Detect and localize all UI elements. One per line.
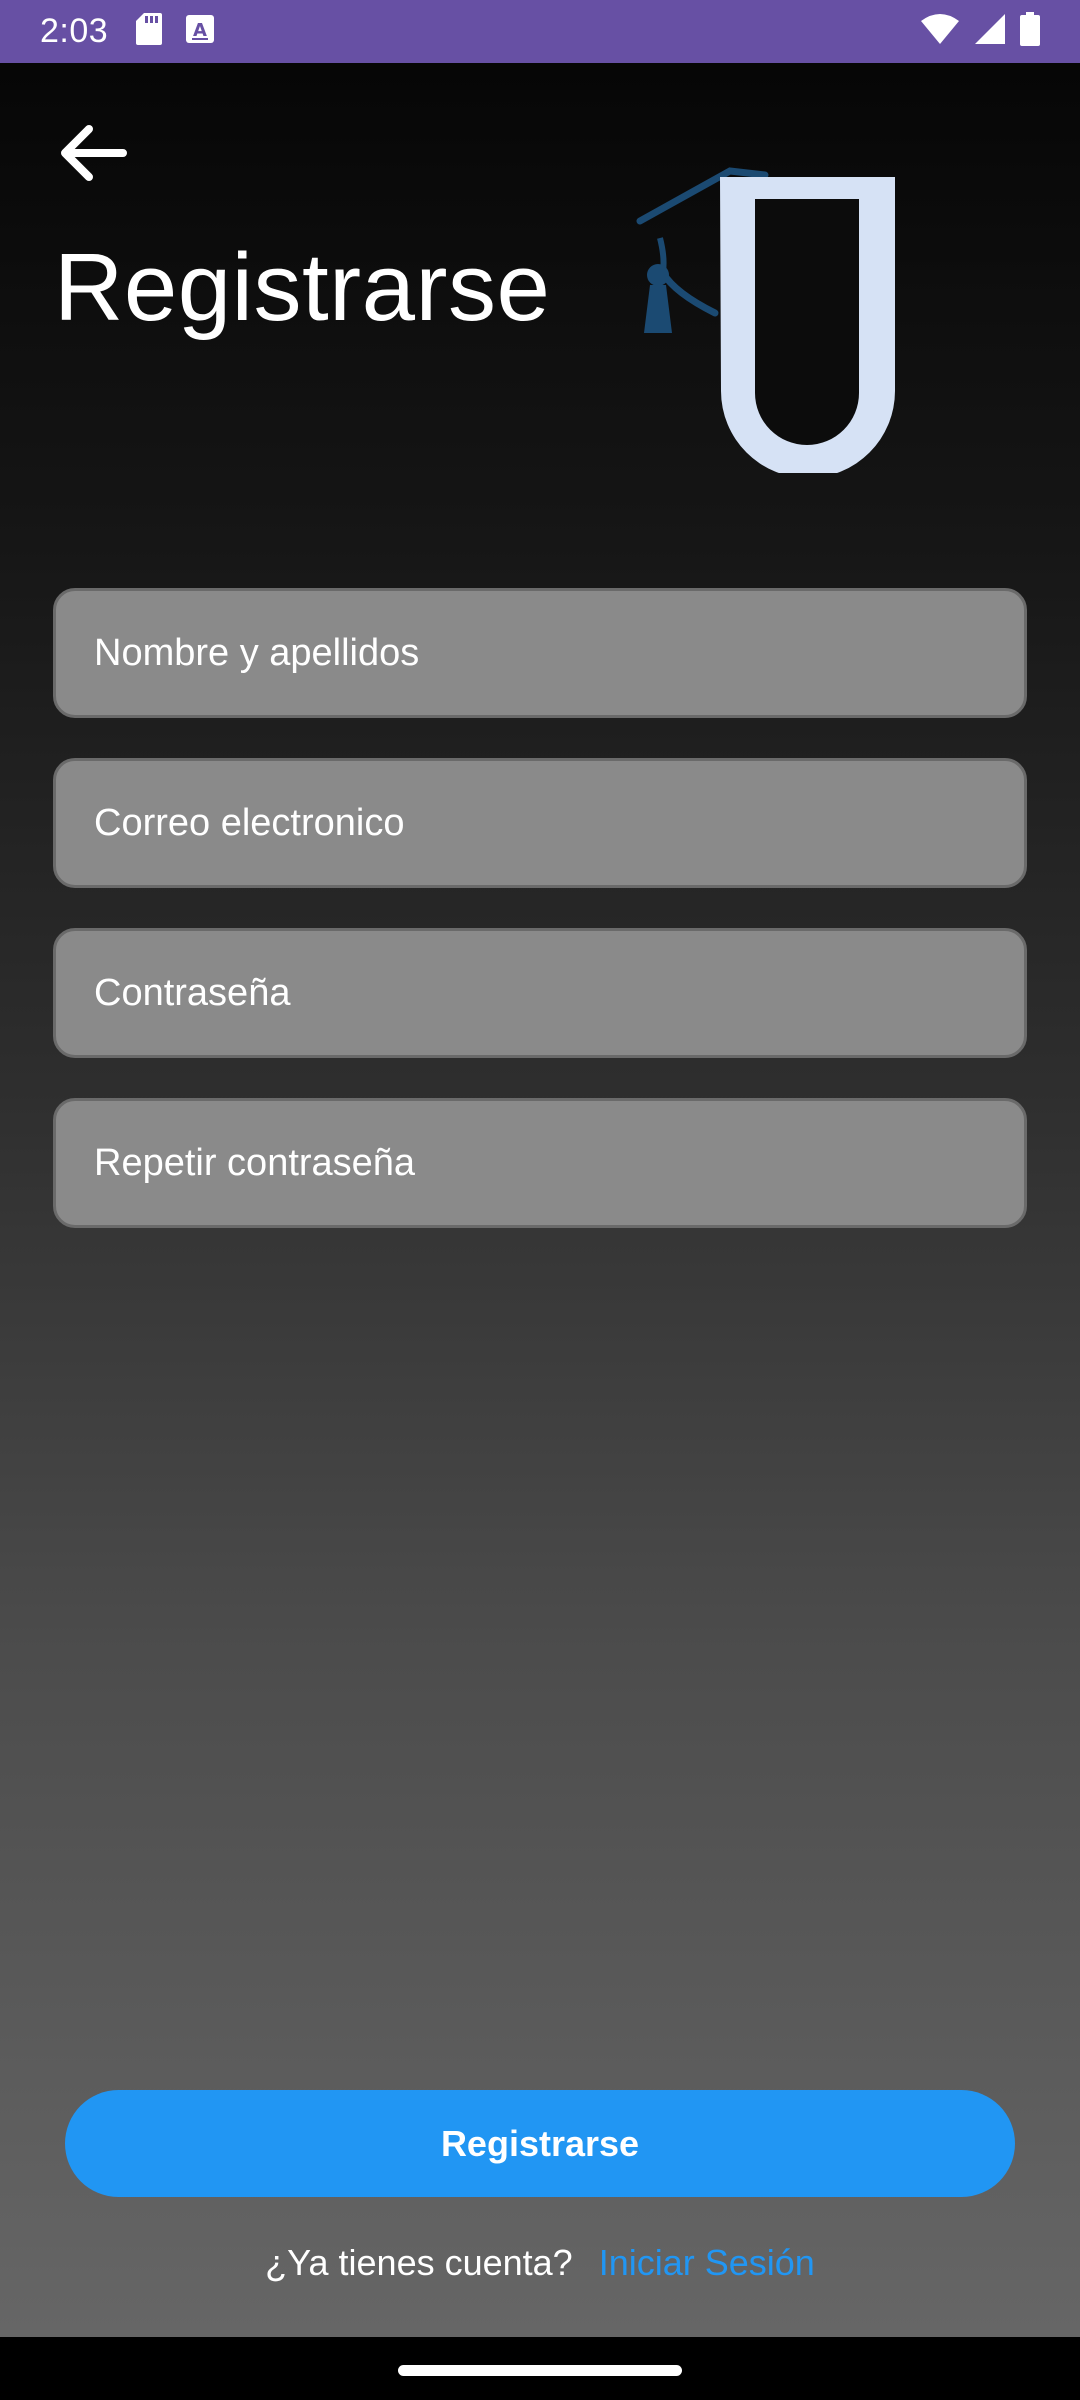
sd-card-icon — [136, 13, 163, 50]
register-button[interactable]: Registrarse — [65, 2090, 1015, 2197]
repeat-password-field[interactable]: Repetir contraseña — [53, 1098, 1027, 1228]
keyboard-a-icon: A — [186, 15, 215, 48]
email-placeholder: Correo electronico — [94, 801, 405, 844]
svg-text:A: A — [193, 20, 207, 41]
back-button[interactable] — [52, 115, 132, 195]
password-field[interactable]: Contraseña — [53, 928, 1027, 1058]
wifi-icon — [920, 13, 960, 50]
email-field[interactable]: Correo electronico — [53, 758, 1027, 888]
login-link[interactable]: Iniciar Sesión — [599, 2242, 815, 2284]
full-name-field[interactable]: Nombre y apellidos — [53, 588, 1027, 718]
battery-icon — [1020, 12, 1040, 51]
content-area: Registrarse Nombre y apellidos Correo el… — [0, 63, 1080, 2337]
login-row: ¿Ya tienes cuenta? Iniciar Sesión — [0, 2233, 1080, 2293]
full-name-placeholder: Nombre y apellidos — [94, 631, 420, 674]
status-time: 2:03 — [40, 12, 109, 50]
navigation-bar — [0, 2337, 1080, 2400]
status-bar: 2:03 A — [0, 0, 1080, 63]
status-left-icons: A — [136, 13, 215, 50]
status-right-icons — [920, 12, 1040, 51]
page-title: Registrarse — [54, 234, 551, 341]
login-prompt: ¿Ya tienes cuenta? — [265, 2242, 573, 2283]
cell-signal-icon — [974, 13, 1006, 50]
home-indicator[interactable] — [398, 2365, 682, 2376]
register-screen: 2:03 A Registrarse Nombre y apellidos Co… — [0, 0, 1080, 2400]
password-placeholder: Contraseña — [94, 971, 291, 1014]
repeat-password-placeholder: Repetir contraseña — [94, 1141, 416, 1184]
app-logo — [635, 163, 905, 478]
arrow-left-icon — [57, 123, 127, 188]
